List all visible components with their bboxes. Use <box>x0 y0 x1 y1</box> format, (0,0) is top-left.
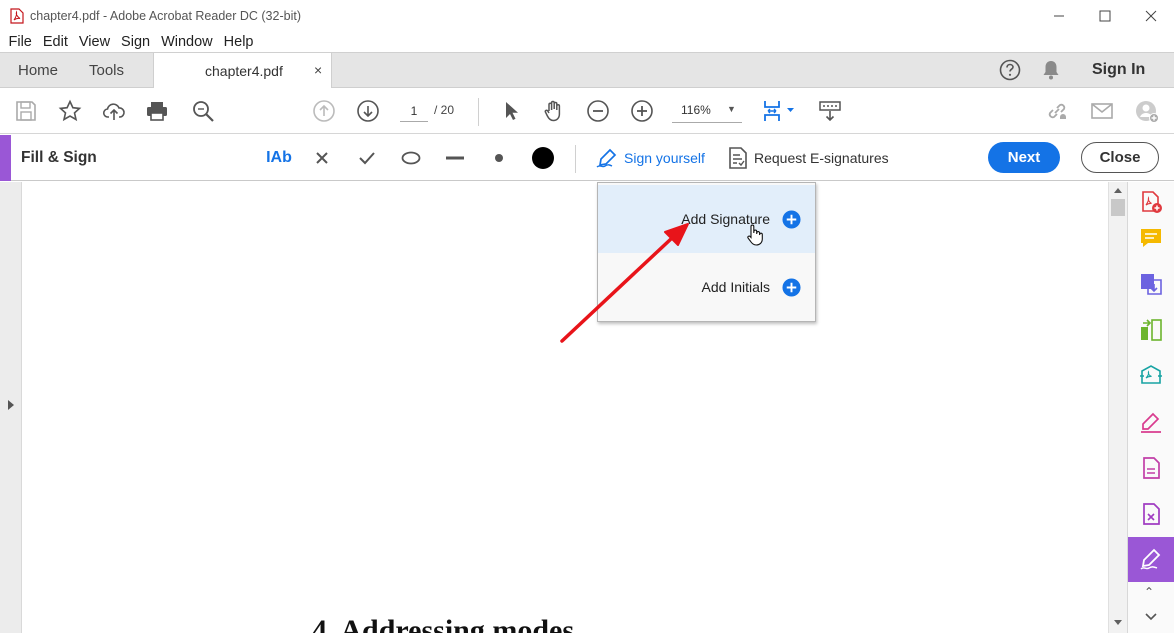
sign-in-button[interactable]: Sign In <box>1092 61 1145 79</box>
document-heading: 4. Addressing modes <box>312 614 575 633</box>
help-icon[interactable] <box>999 59 1021 81</box>
close-window-button[interactable] <box>1128 0 1174 31</box>
notifications-bell-icon[interactable] <box>1041 59 1061 81</box>
create-pdf-icon[interactable] <box>1139 190 1163 214</box>
menu-bar: File Edit View Sign Window Help <box>0 31 1174 52</box>
fill-sign-title: Fill & Sign <box>21 149 97 166</box>
request-esig-label: Request E-signatures <box>754 150 889 166</box>
fill-sign-tool-active[interactable] <box>1128 537 1174 582</box>
menu-help[interactable]: Help <box>218 34 259 50</box>
zoom-dropdown[interactable]: 116% ▼ <box>672 99 742 123</box>
left-panel-toggle[interactable] <box>0 182 22 633</box>
check-mark-tool[interactable] <box>356 146 378 170</box>
share-link-icon[interactable] <box>1045 99 1069 123</box>
color-picker-swatch[interactable] <box>531 146 555 170</box>
keyboard-read-mode-icon[interactable] <box>818 99 842 123</box>
request-esignatures-button[interactable]: Request E-signatures <box>728 146 889 170</box>
organize-pages-icon[interactable] <box>1139 318 1163 342</box>
scroll-down-icon[interactable] <box>1114 620 1122 625</box>
ellipse-tool[interactable] <box>400 146 422 170</box>
comment-icon[interactable] <box>1139 226 1163 250</box>
scroll-up-icon[interactable] <box>1114 188 1122 193</box>
tab-home[interactable]: Home <box>18 62 58 79</box>
document-sign-icon <box>729 147 747 169</box>
tab-document[interactable]: chapter4.pdf × <box>153 53 332 89</box>
print-icon[interactable] <box>145 99 169 123</box>
dot-tool[interactable] <box>488 146 510 170</box>
document-view[interactable]: 4. Addressing modes <box>22 182 1108 633</box>
plus-circle-icon <box>782 209 801 229</box>
vertical-scrollbar[interactable] <box>1108 182 1127 633</box>
window-title: chapter4.pdf - Adobe Acrobat Reader DC (… <box>30 8 301 23</box>
add-text-tool[interactable]: IAb <box>265 146 293 170</box>
menu-edit[interactable]: Edit <box>37 34 73 50</box>
line-tool[interactable] <box>444 146 466 170</box>
edit-pen-icon[interactable] <box>1139 410 1163 434</box>
menu-view[interactable]: View <box>73 34 115 50</box>
bookmark-star-icon[interactable] <box>58 99 82 123</box>
fill-sign-divider <box>575 145 576 173</box>
chevron-down-icon[interactable] <box>1144 610 1158 624</box>
sign-yourself-button[interactable]: Sign yourself <box>595 146 705 170</box>
pdf-document-icon[interactable] <box>1139 456 1163 480</box>
page-number-input[interactable] <box>400 100 428 122</box>
close-button[interactable]: Close <box>1081 142 1159 173</box>
cross-mark-tool[interactable] <box>312 146 332 170</box>
page-fit-icon[interactable] <box>762 99 798 123</box>
enhance-scans-icon[interactable] <box>1139 364 1163 388</box>
maximize-button[interactable] <box>1082 0 1128 31</box>
menu-sign[interactable]: Sign <box>116 34 156 50</box>
document-tab-label: chapter4.pdf <box>205 63 283 79</box>
menu-window[interactable]: Window <box>156 34 219 50</box>
menu-file[interactable]: File <box>3 34 37 50</box>
save-icon[interactable] <box>14 99 38 123</box>
find-zoom-icon[interactable] <box>191 99 215 123</box>
add-user-icon[interactable] <box>1135 99 1159 123</box>
page-total: / 20 <box>434 103 455 117</box>
minimize-icon <box>1054 15 1064 16</box>
title-bar: chapter4.pdf - Adobe Acrobat Reader DC (… <box>0 0 1174 31</box>
protect-document-icon[interactable] <box>1139 502 1163 526</box>
plus-circle-icon <box>782 277 801 297</box>
toolbar-divider <box>478 98 479 126</box>
email-icon[interactable] <box>1090 99 1114 123</box>
add-initials-option[interactable]: Add Initials <box>598 253 815 321</box>
next-button[interactable]: Next <box>988 142 1060 173</box>
zoom-in-icon[interactable] <box>630 99 654 123</box>
right-tools-pane: ⌃ <box>1127 182 1174 633</box>
tool-accent-strip <box>0 135 11 181</box>
previous-page-icon[interactable] <box>312 99 336 123</box>
close-icon <box>1145 10 1157 21</box>
signature-pen-icon <box>596 148 617 168</box>
add-initials-label: Add Initials <box>701 279 770 295</box>
tab-bar: Home Tools chapter4.pdf × Sign In <box>0 52 1174 89</box>
text-tool-icon: IAb <box>266 149 292 166</box>
sign-yourself-label: Sign yourself <box>624 150 705 166</box>
sign-yourself-menu: Add Signature Add Initials <box>597 182 816 322</box>
maximize-icon <box>1099 10 1111 21</box>
hand-pointer-cursor-icon <box>747 224 763 246</box>
zoom-value: 116% <box>681 103 711 117</box>
acrobat-pdf-icon <box>10 7 24 24</box>
expand-arrow-icon <box>8 400 14 410</box>
chevron-down-icon: ▼ <box>727 104 736 114</box>
hand-tool-icon[interactable] <box>542 99 566 123</box>
select-cursor-icon[interactable] <box>499 99 523 123</box>
tab-close-button[interactable]: × <box>314 62 322 78</box>
chevron-up-icon[interactable]: ⌃ <box>1144 585 1154 599</box>
fill-sign-pen-icon <box>1140 548 1161 570</box>
minimize-button[interactable] <box>1036 0 1082 31</box>
main-toolbar: / 20 116% ▼ <box>0 88 1174 134</box>
tab-tools[interactable]: Tools <box>89 62 124 79</box>
export-pdf-icon[interactable] <box>1139 272 1163 296</box>
next-page-icon[interactable] <box>356 99 380 123</box>
add-signature-option[interactable]: Add Signature <box>598 185 815 253</box>
scroll-thumb[interactable] <box>1111 199 1125 216</box>
zoom-out-icon[interactable] <box>586 99 610 123</box>
cloud-upload-icon[interactable] <box>102 99 126 123</box>
